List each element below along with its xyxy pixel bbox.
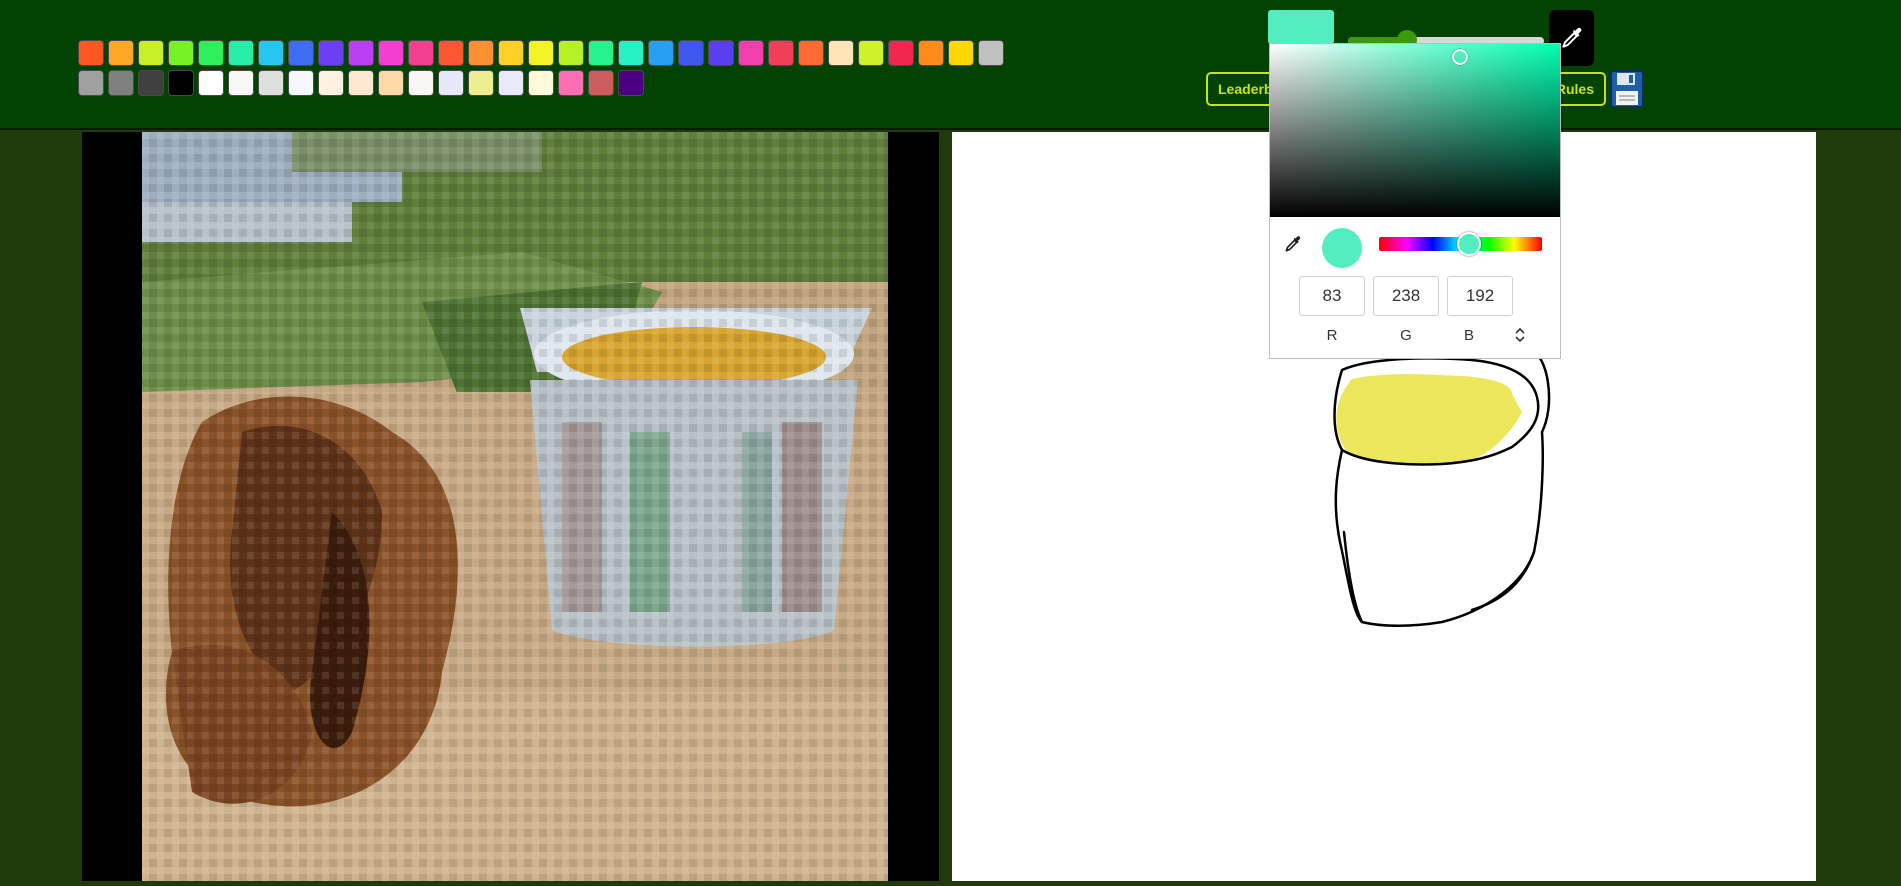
color-swatch[interactable] [348, 70, 374, 96]
green-value-input[interactable]: 238 [1373, 276, 1439, 316]
color-swatch[interactable] [858, 40, 884, 66]
color-swatch[interactable] [768, 40, 794, 66]
color-swatch[interactable] [468, 40, 494, 66]
color-swatch[interactable] [708, 40, 734, 66]
rules-label: Rules [1555, 81, 1594, 97]
color-swatch[interactable] [78, 70, 104, 96]
color-swatch[interactable] [168, 40, 194, 66]
color-swatch[interactable] [828, 40, 854, 66]
leaderboard-label: Leaderboard [1218, 81, 1274, 97]
blue-value-input[interactable]: 192 [1447, 276, 1513, 316]
color-swatch[interactable] [318, 40, 344, 66]
color-swatch[interactable] [378, 40, 404, 66]
up-down-chevron-icon [1515, 327, 1525, 343]
picker-eyedropper-button[interactable] [1283, 234, 1303, 254]
eyedropper-icon [1285, 236, 1301, 252]
color-swatch[interactable] [438, 40, 464, 66]
color-swatch[interactable] [498, 70, 524, 96]
save-button[interactable] [1609, 69, 1645, 109]
reference-panel [82, 132, 939, 881]
red-label: R [1326, 327, 1338, 344]
color-preview-swatch [1322, 228, 1362, 268]
color-swatch[interactable] [738, 40, 764, 66]
color-swatch[interactable] [408, 70, 434, 96]
color-swatch[interactable] [168, 70, 194, 96]
color-swatch[interactable] [588, 40, 614, 66]
floppy-disk-icon [1610, 70, 1644, 108]
blue-label: B [1463, 327, 1474, 344]
color-swatch[interactable] [798, 40, 824, 66]
color-swatch[interactable] [228, 70, 254, 96]
color-swatch[interactable] [258, 70, 284, 96]
color-swatch[interactable] [318, 70, 344, 96]
hue-slider[interactable] [1379, 232, 1542, 256]
color-swatch[interactable] [438, 70, 464, 96]
color-swatch[interactable] [198, 40, 224, 66]
palette-row-2 [78, 70, 648, 96]
color-swatch[interactable] [618, 40, 644, 66]
color-swatch[interactable] [978, 40, 1004, 66]
color-swatch[interactable] [558, 70, 584, 96]
color-swatch[interactable] [138, 40, 164, 66]
reference-photo [142, 132, 888, 881]
eyedropper-icon [1561, 27, 1581, 48]
green-label: G [1400, 327, 1412, 344]
color-swatch[interactable] [648, 40, 674, 66]
leaderboard-button[interactable]: Leaderboard [1206, 72, 1276, 106]
color-swatch[interactable] [378, 70, 404, 96]
color-swatch[interactable] [918, 40, 944, 66]
color-swatch[interactable] [198, 70, 224, 96]
color-swatch[interactable] [948, 40, 974, 66]
color-swatch[interactable] [528, 70, 554, 96]
current-color-swatch[interactable] [1268, 10, 1334, 44]
color-swatch[interactable] [228, 40, 254, 66]
color-swatch[interactable] [138, 70, 164, 96]
top-toolbar: Leaderboard Rules [0, 0, 1901, 130]
saturation-value-thumb[interactable] [1451, 49, 1468, 66]
color-swatch[interactable] [408, 40, 434, 66]
color-swatch[interactable] [348, 40, 374, 66]
color-swatch[interactable] [528, 40, 554, 66]
color-swatch[interactable] [258, 40, 284, 66]
color-swatch[interactable] [468, 70, 494, 96]
color-swatch[interactable] [288, 70, 314, 96]
color-swatch[interactable] [108, 70, 134, 96]
color-picker-popup: 83 238 192 R G B [1269, 43, 1561, 359]
color-swatch[interactable] [558, 40, 584, 66]
color-swatch[interactable] [498, 40, 524, 66]
hue-slider-thumb[interactable] [1456, 232, 1481, 256]
palette-row-1 [78, 40, 1008, 66]
color-swatch[interactable] [888, 40, 914, 66]
color-swatch[interactable] [108, 40, 134, 66]
red-value-input[interactable]: 83 [1299, 276, 1365, 316]
cup-liquid-fill [1336, 374, 1522, 464]
color-swatch[interactable] [618, 70, 644, 96]
format-toggle-button[interactable] [1513, 326, 1527, 344]
color-swatch[interactable] [678, 40, 704, 66]
color-swatch[interactable] [78, 40, 104, 66]
saturation-value-area[interactable] [1270, 44, 1560, 217]
color-swatch[interactable] [288, 40, 314, 66]
color-swatch[interactable] [588, 70, 614, 96]
